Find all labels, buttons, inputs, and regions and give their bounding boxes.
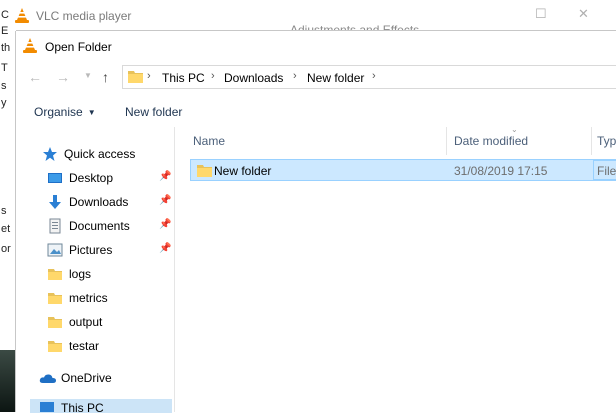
- breadcrumb-new-folder[interactable]: New folder: [307, 71, 364, 85]
- vlc-text-fragment: E: [1, 25, 9, 37]
- folder-icon: [47, 266, 63, 282]
- open-folder-dialog: Open Folder ← → ▼ ↑ › This PC › Download…: [16, 31, 616, 413]
- nav-item-label: Desktop: [69, 171, 114, 185]
- command-bar: Organise ▼ New folder: [16, 95, 616, 127]
- chevron-down-icon: ▼: [87, 108, 96, 117]
- this-pc-icon: [39, 400, 55, 412]
- new-folder-button[interactable]: New folder: [125, 105, 182, 119]
- vlc-text-fragment: C: [1, 9, 9, 21]
- nav-item-desktop[interactable]: Desktop 📌: [47, 168, 172, 190]
- nav-item-label: metrics: [69, 291, 108, 305]
- forward-arrow-icon[interactable]: →: [56, 69, 70, 85]
- vlc-video-area: [0, 350, 16, 412]
- back-arrow-icon[interactable]: ←: [28, 69, 42, 85]
- file-list: ⌄ Name Date modified Typ New folder 31/0…: [175, 125, 616, 412]
- folder-icon: [47, 290, 63, 306]
- folder-icon: [197, 163, 212, 180]
- star-icon: [42, 146, 58, 162]
- documents-icon: [47, 218, 63, 234]
- nav-item-logs[interactable]: logs: [47, 264, 172, 286]
- up-arrow-icon[interactable]: ↑: [102, 69, 109, 85]
- vlc-text-fragment: T: [1, 62, 8, 74]
- vlc-close-button[interactable]: ✕: [578, 6, 589, 22]
- vlc-maximize-button[interactable]: ☐: [535, 6, 547, 22]
- download-icon: [47, 194, 63, 210]
- nav-item-downloads[interactable]: Downloads 📌: [47, 192, 172, 214]
- vlc-text-fragment: s: [1, 80, 7, 92]
- vlc-text-fragment: th: [1, 42, 11, 54]
- breadcrumb-downloads[interactable]: Downloads: [224, 71, 283, 85]
- organise-button[interactable]: Organise ▼: [34, 105, 96, 119]
- column-header-name[interactable]: Name: [193, 134, 225, 148]
- breadcrumb-separator-icon[interactable]: ›: [147, 70, 151, 82]
- nav-item-metrics[interactable]: metrics: [47, 288, 172, 310]
- pin-icon: 📌: [159, 219, 172, 230]
- sort-caret-icon: ⌄: [511, 125, 518, 134]
- nav-item-label: Pictures: [69, 243, 113, 257]
- nav-item-label: Documents: [69, 219, 130, 233]
- nav-item-this-pc[interactable]: This PC: [39, 398, 172, 412]
- nav-item-label: OneDrive: [61, 371, 112, 385]
- address-bar[interactable]: › This PC › Downloads › New folder ›: [122, 65, 616, 89]
- dialog-title-bar: Open Folder: [16, 31, 616, 61]
- breadcrumb-this-pc[interactable]: This PC: [162, 71, 205, 85]
- nav-item-label: logs: [69, 267, 92, 281]
- vlc-text-fragment: s: [1, 205, 7, 217]
- breadcrumb-separator-icon[interactable]: ›: [293, 70, 297, 82]
- file-type: File: [597, 164, 616, 178]
- onedrive-icon: [39, 370, 56, 386]
- vlc-text-fragment: or: [1, 243, 11, 255]
- folder-icon: [128, 70, 143, 86]
- column-divider[interactable]: [591, 127, 592, 155]
- nav-item-pictures[interactable]: Pictures 📌: [47, 240, 172, 262]
- pin-icon: 📌: [159, 243, 172, 254]
- navigation-pane: Quick access Desktop 📌 Downloads 📌 Docum…: [16, 127, 175, 413]
- nav-item-label: output: [69, 315, 103, 329]
- nav-item-output[interactable]: output: [47, 312, 172, 334]
- file-name[interactable]: New folder: [214, 164, 271, 178]
- organise-label: Organise: [34, 105, 83, 119]
- vlc-text-fragment: et: [1, 223, 11, 235]
- file-row[interactable]: New folder 31/08/2019 17:15 File: [190, 159, 616, 181]
- vlc-cone-icon: [15, 8, 29, 26]
- folder-icon: [47, 314, 63, 330]
- pictures-icon: [47, 242, 63, 258]
- navigation-bar: ← → ▼ ↑ › This PC › Downloads › New fold…: [16, 61, 616, 95]
- nav-item-documents[interactable]: Documents 📌: [47, 216, 172, 238]
- column-header-type[interactable]: Typ: [597, 134, 616, 148]
- vlc-cone-icon: [23, 38, 37, 56]
- dialog-title: Open Folder: [45, 40, 112, 54]
- nav-item-label: This PC: [61, 401, 104, 412]
- pin-icon: 📌: [159, 171, 172, 182]
- nav-item-label: Downloads: [69, 195, 129, 209]
- nav-item-testar[interactable]: testar: [47, 336, 172, 358]
- column-header-date-modified[interactable]: Date modified: [454, 134, 528, 148]
- nav-item-quick-access[interactable]: Quick access: [42, 144, 172, 166]
- pin-icon: 📌: [159, 195, 172, 206]
- file-date-modified: 31/08/2019 17:15: [454, 164, 548, 178]
- nav-item-onedrive[interactable]: OneDrive: [39, 368, 172, 390]
- breadcrumb-separator-icon[interactable]: ›: [372, 70, 376, 82]
- recent-locations-chevron-icon[interactable]: ▼: [84, 71, 92, 80]
- folder-icon: [47, 338, 63, 354]
- column-divider[interactable]: [446, 127, 447, 155]
- nav-item-label: Quick access: [64, 147, 136, 161]
- desktop-icon: [47, 170, 63, 186]
- breadcrumb-separator-icon[interactable]: ›: [211, 70, 215, 82]
- vlc-window-title: VLC media player: [36, 9, 132, 23]
- vlc-text-fragment: y: [1, 97, 7, 109]
- nav-item-label: testar: [69, 339, 100, 353]
